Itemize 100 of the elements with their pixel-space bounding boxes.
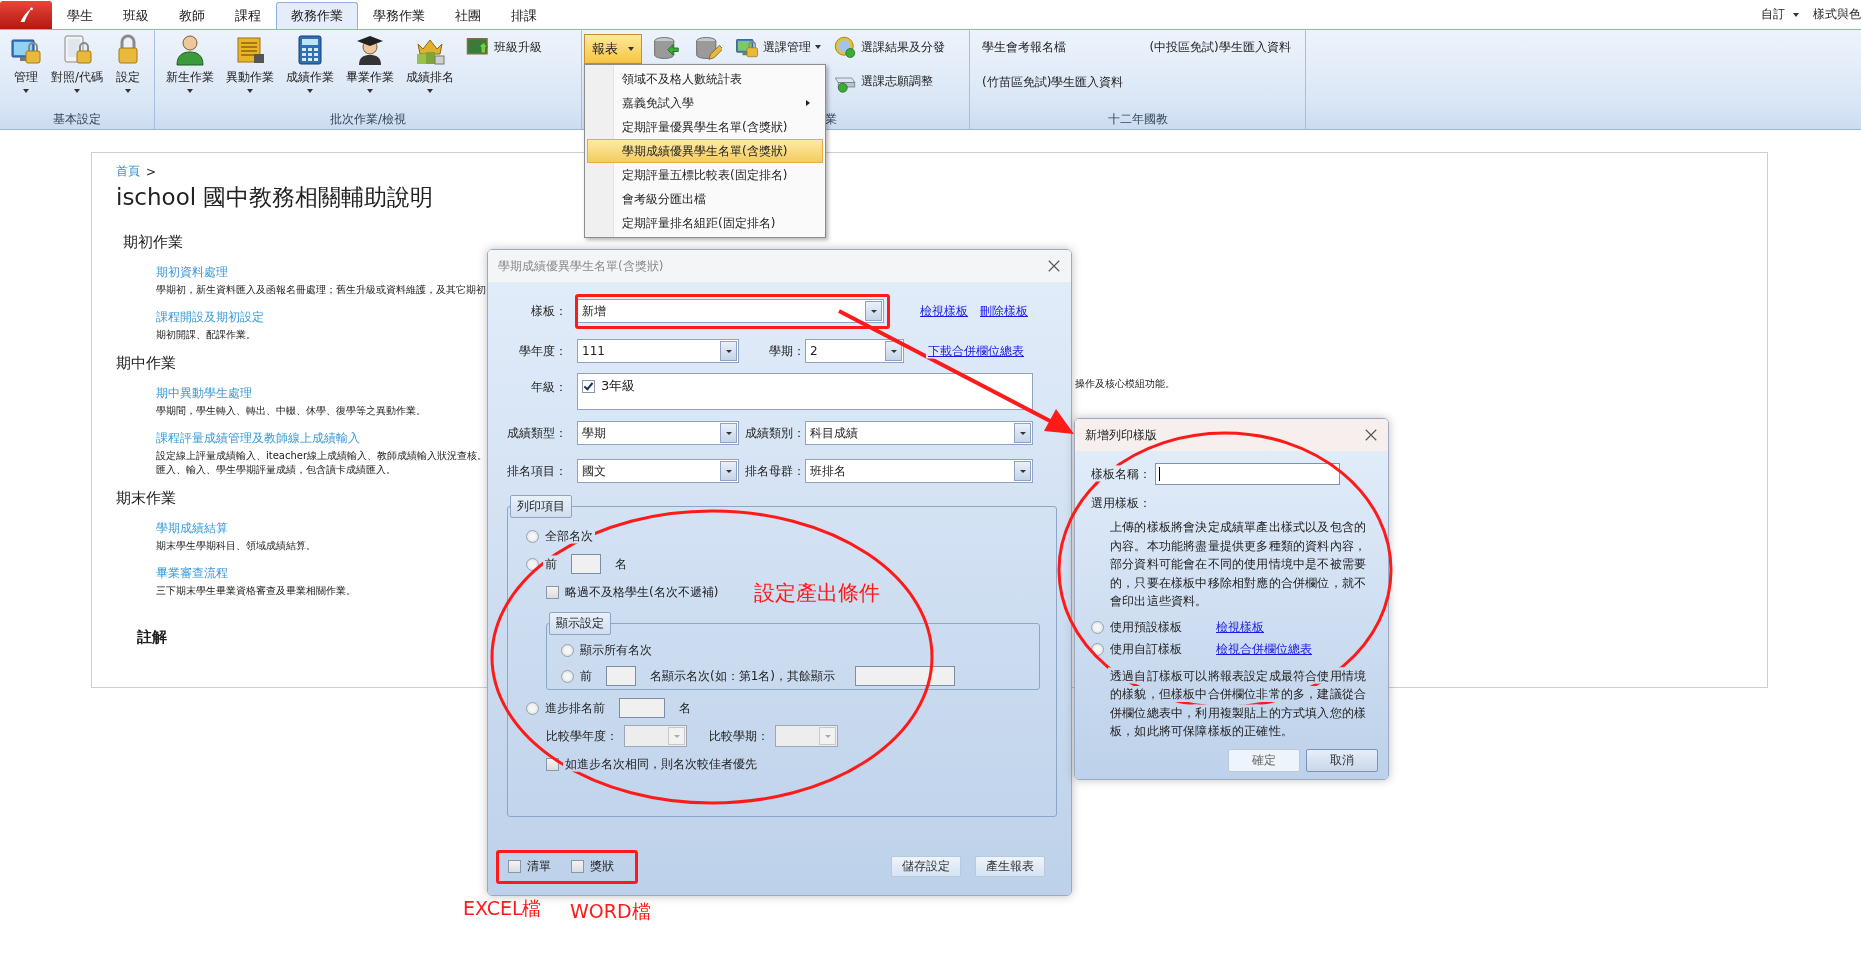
checkbox[interactable] [582,379,595,393]
group-label: 批次作業/檢視 [329,112,406,126]
menu-item[interactable]: 領域不及格人數統計表 [587,67,823,91]
ribbon-button[interactable]: 對照/代碼 [52,32,102,95]
radio-button[interactable] [561,643,574,657]
dialog-button[interactable]: 儲存設定 [891,856,961,877]
ribbon-button[interactable]: 選課管理 [732,32,824,62]
ribbon-button[interactable]: (竹苗區免試)學生匯入資料 [978,71,1128,94]
checkbox[interactable] [546,585,559,599]
breadcrumb-separator: > [146,164,157,179]
field-label: 學年度： [518,342,568,360]
annotation-text: WORD檔 [570,899,651,924]
ledger-icon [234,34,266,66]
dropdown-field[interactable]: 新增 [577,299,884,323]
dropdown-field[interactable]: 2 [805,339,904,363]
topic-description: 設定線上評量成績輸入、iteacher線上成績輸入、教師成績輸入狀況查核。 [156,449,488,463]
toolbar-menu[interactable]: 自訂 [1761,6,1799,23]
link[interactable]: 檢視樣板 [1216,619,1264,636]
field-label: 樣板： [530,302,568,320]
ribbon-tab[interactable]: 課程 [220,2,276,29]
section-heading: 期初作業 [123,233,183,252]
dialog-title: 學期成績優異學生名單(含獎狀) [498,257,664,275]
ribbon-button[interactable]: 班級升級 [463,32,545,62]
link[interactable]: 刪除樣板 [980,302,1028,320]
radio-button[interactable] [1091,621,1104,634]
menu-item[interactable]: 定期評量排名組距(固定排名) [587,211,823,235]
field-label: 前 [545,555,557,573]
dialog-button[interactable]: 取消 [1306,748,1378,772]
report-menu-button[interactable]: 報表 [584,34,642,64]
dropdown-field[interactable]: 111 [577,339,739,363]
field-label: 成績類別： [744,424,805,442]
field-label: 進步排名前 [545,699,605,717]
field-label: 比較學期： [709,727,769,745]
app-menu-button[interactable] [0,1,52,29]
input-field[interactable] [619,698,665,718]
ribbon-button[interactable]: 選課結果及分發 [830,32,948,62]
ribbon-button[interactable]: 異動作業 [223,32,277,95]
menu-item[interactable]: 嘉義免試入學 [587,91,823,115]
group-label: 業 [824,112,837,126]
radio-button[interactable] [526,529,539,543]
database-pencil-icon [694,34,722,62]
menu-item[interactable]: 學期成績優異學生名單(含獎狀) [587,139,823,163]
field-label: 如進步名次相同，則名次較佳者優先 [565,755,757,773]
checkbox[interactable] [508,860,521,873]
page-title: ischool 國中教務相關輔助說明 [116,183,434,212]
ribbon-button[interactable]: 學生會考報名檔 [978,36,1128,59]
ribbon-button[interactable]: 管理 [2,32,50,95]
dropdown-field[interactable]: 國文 [577,459,739,483]
ribbon-tab[interactable]: 教務作業 [276,2,358,29]
ribbon-button[interactable]: 成績排名 [403,32,457,95]
link[interactable]: 檢視合併欄位總表 [1216,641,1312,658]
link[interactable]: 下載合併欄位總表 [928,342,1024,360]
field-label: 年級： [530,379,568,396]
ribbon-tab[interactable]: 學務作業 [358,2,440,29]
database-arrow-icon [652,34,680,62]
dialog-button[interactable]: 確定 [1228,748,1300,772]
ribbon-tab[interactable]: 教師 [164,2,220,29]
description-text: 上傳的樣板將會決定成績單產出樣式以及包含的內容。本功能將盡量提供更多種類的資料內容，部分資料可能會在不同的使用情境中是不被需要的，只要在樣板中移除相對應的合併欄位，就不會印出這些資料。 [1110,519,1368,610]
topic-description: 學期間，學生轉入、轉出、中輟、休學、復學等之異動作業。 [156,404,426,418]
dropdown-field[interactable]: 科目成績 [805,421,1033,445]
ribbon-button[interactable]: 選課志願調整 [830,66,948,96]
breadcrumb-link[interactable]: 首頁 [116,163,140,180]
ribbon-tab[interactable]: 排課 [496,2,552,29]
menu-item[interactable]: 會考級分匯出檔 [587,187,823,211]
text-input[interactable] [1155,463,1340,485]
group-title: 顯示設定 [549,612,611,635]
input-field[interactable] [571,554,601,574]
ribbon-tab[interactable]: 社團 [440,2,496,29]
ribbon-tab[interactable]: 學生 [52,2,108,29]
ribbon-tab[interactable]: 班級 [108,2,164,29]
checkbox[interactable] [571,860,584,873]
ribbon-button[interactable]: 畢業作業 [343,32,397,95]
ribbon-button[interactable]: 成績作業 [283,32,337,95]
input-field[interactable] [606,666,636,686]
menu-item[interactable]: 定期評量五標比較表(固定排名) [587,163,823,187]
group-label: 十二年國教 [1107,112,1168,126]
field-label: 成績類型： [506,424,568,442]
field-label: 名顯示名次(如：第1名)，其餘顯示 [650,667,835,685]
dropdown-field[interactable]: 班排名 [805,459,1033,483]
person-icon [174,34,206,66]
page-text: 操作及核心模組功能。 [1075,377,1175,391]
toolbar-menu[interactable]: 樣式與色 [1813,6,1861,23]
radio-button[interactable] [561,669,574,683]
dialog-button[interactable]: 產生報表 [975,856,1045,877]
close-button[interactable] [1364,428,1378,442]
field-label: 選用樣板： [1091,495,1152,512]
input-field[interactable] [855,666,955,686]
annotation-text: EXCEL檔 [463,896,542,921]
field-label: 名 [679,699,691,717]
topic-description: 期末學生學期科目、領域成績結算。 [156,539,316,553]
dropdown-field[interactable]: 學期 [577,421,739,445]
menu-item[interactable]: 定期評量優異學生名單(含獎狀) [587,115,823,139]
ribbon-button[interactable]: 新生作業 [163,32,217,95]
globe-icon [833,35,857,59]
ribbon-button[interactable]: 設定 [104,32,152,95]
ribbon-button[interactable]: (中投區免試)學生匯入資料 [1145,36,1295,59]
dialog-title: 新增列印樣版 [1085,426,1157,444]
link[interactable]: 檢視樣板 [920,302,968,320]
radio-button[interactable] [526,701,539,715]
section-heading: 期中作業 [116,354,176,373]
